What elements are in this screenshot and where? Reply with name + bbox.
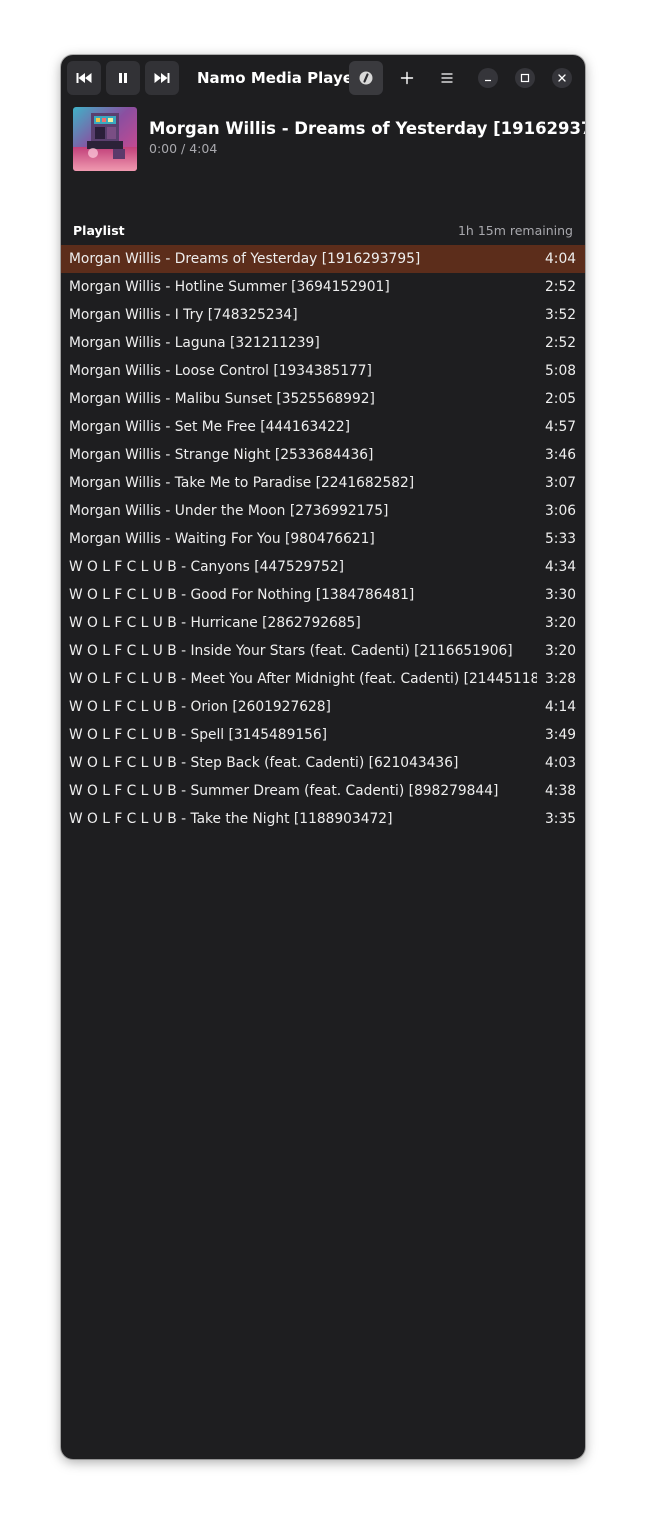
track-name: W O L F C L U B - Canyons [447529752] (69, 559, 344, 575)
track-name: W O L F C L U B - Meet You After Midnigh… (69, 671, 538, 687)
app-title: Namo Media Player (197, 69, 361, 87)
playlist-row[interactable]: Morgan Willis - Strange Night [253368443… (61, 441, 585, 469)
playlist-row[interactable]: W O L F C L U B - Step Back (feat. Caden… (61, 749, 585, 777)
track-name: Morgan Willis - Waiting For You [9804766… (69, 531, 375, 547)
track-duration: 4:34 (545, 559, 576, 575)
playlist-row[interactable]: Morgan Willis - Under the Moon [27369921… (61, 497, 585, 525)
track-duration: 4:14 (545, 699, 576, 715)
playlist-label: Playlist (73, 223, 125, 238)
track-duration: 3:35 (545, 811, 576, 827)
track-name: W O L F C L U B - Step Back (feat. Caden… (69, 755, 459, 771)
media-player-window: Namo Media Player Morgan Willis - Dreams… (61, 55, 585, 1459)
minimize-icon (485, 79, 491, 82)
shuffle-toggle-button[interactable] (349, 61, 383, 95)
playlist-row[interactable]: Morgan Willis - Malibu Sunset [352556899… (61, 385, 585, 413)
playlist-row[interactable]: Morgan Willis - I Try [748325234] 3:52 (61, 301, 585, 329)
track-duration: 3:06 (545, 503, 576, 519)
track-name: Morgan Willis - Dreams of Yesterday [191… (69, 251, 421, 267)
track-duration: 4:38 (545, 783, 576, 799)
close-icon (558, 74, 566, 82)
playlist-row[interactable]: Morgan Willis - Take Me to Paradise [224… (61, 469, 585, 497)
playlist-row[interactable]: Morgan Willis - Set Me Free [444163422] 4… (61, 413, 585, 441)
album-cover-art (73, 107, 137, 171)
track-duration: 2:05 (545, 391, 576, 407)
playlist-row[interactable]: W O L F C L U B - Spell [3145489156] 3:49 (61, 721, 585, 749)
track-duration: 3:52 (545, 307, 576, 323)
playlist-row[interactable]: W O L F C L U B - Take the Night [118890… (61, 805, 585, 833)
next-track-button[interactable] (145, 61, 179, 95)
track-name: W O L F C L U B - Spell [3145489156] (69, 727, 328, 743)
track-name: Morgan Willis - Strange Night [253368443… (69, 447, 374, 463)
track-name: W O L F C L U B - Inside Your Stars (fea… (69, 643, 513, 659)
maximize-button[interactable] (515, 68, 535, 88)
playlist-row[interactable]: W O L F C L U B - Summer Dream (feat. Ca… (61, 777, 585, 805)
track-name: W O L F C L U B - Hurricane [2862792685] (69, 615, 361, 631)
track-name: W O L F C L U B - Take the Night [118890… (69, 811, 393, 827)
playlist-row[interactable]: W O L F C L U B - Orion [2601927628] 4:14 (61, 693, 585, 721)
track-duration: 2:52 (545, 279, 576, 295)
track-duration: 3:46 (545, 447, 576, 463)
playlist-row[interactable]: W O L F C L U B - Canyons [447529752] 4:3… (61, 553, 585, 581)
playlist-row[interactable]: Morgan Willis - Waiting For You [9804766… (61, 525, 585, 553)
now-playing-time: 0:00 / 4:04 (149, 141, 218, 156)
playlist-row[interactable]: W O L F C L U B - Hurricane [2862792685]… (61, 609, 585, 637)
playlist-row[interactable]: Morgan Willis - Loose Control [193438517… (61, 357, 585, 385)
playlist-row[interactable]: W O L F C L U B - Good For Nothing [1384… (61, 581, 585, 609)
now-playing-title: Morgan Willis - Dreams of Yesterday [191… (149, 119, 585, 138)
shuffle-icon (359, 71, 373, 85)
plus-icon (400, 71, 414, 85)
track-duration: 4:03 (545, 755, 576, 771)
close-window-button[interactable] (552, 68, 572, 88)
track-duration: 2:52 (545, 335, 576, 351)
maximize-icon (520, 73, 530, 83)
track-duration: 3:20 (545, 615, 576, 631)
hamburger-menu-icon (441, 73, 453, 83)
previous-track-button[interactable] (67, 61, 101, 95)
playlist-list: Morgan Willis - Dreams of Yesterday [191… (61, 245, 585, 833)
track-name: Morgan Willis - Laguna [321211239] (69, 335, 320, 351)
play-pause-button[interactable] (106, 61, 140, 95)
playlist-row[interactable]: W O L F C L U B - Meet You After Midnigh… (61, 665, 585, 693)
track-name: Morgan Willis - Under the Moon [27369921… (69, 503, 389, 519)
header-bar: Namo Media Player (61, 55, 585, 101)
track-name: Morgan Willis - Take Me to Paradise [224… (69, 475, 415, 491)
main-menu-button[interactable] (430, 61, 464, 95)
track-duration: 4:04 (545, 251, 576, 267)
pause-icon (119, 73, 127, 83)
playlist-row[interactable]: W O L F C L U B - Inside Your Stars (fea… (61, 637, 585, 665)
track-duration: 3:49 (545, 727, 576, 743)
minimize-button[interactable] (478, 68, 498, 88)
track-duration: 5:33 (545, 531, 576, 547)
skip-previous-icon (76, 73, 92, 83)
track-name: Morgan Willis - Hotline Summer [36941529… (69, 279, 390, 295)
track-name: W O L F C L U B - Orion [2601927628] (69, 699, 331, 715)
playlist-row[interactable]: Morgan Willis - Laguna [321211239] 2:52 (61, 329, 585, 357)
playlist-row[interactable]: Morgan Willis - Hotline Summer [36941529… (61, 273, 585, 301)
track-name: Morgan Willis - I Try [748325234] (69, 307, 298, 323)
playlist-header: Playlist 1h 15m remaining (73, 223, 573, 241)
track-name: Morgan Willis - Malibu Sunset [352556899… (69, 391, 375, 407)
playlist-row[interactable]: Morgan Willis - Dreams of Yesterday [191… (61, 245, 585, 273)
track-duration: 3:30 (545, 587, 576, 603)
skip-next-icon (154, 73, 170, 83)
track-name: Morgan Willis - Set Me Free [444163422] (69, 419, 350, 435)
track-duration: 3:28 (545, 671, 576, 687)
track-name: W O L F C L U B - Summer Dream (feat. Ca… (69, 783, 499, 799)
track-name: Morgan Willis - Loose Control [193438517… (69, 363, 372, 379)
track-duration: 4:57 (545, 419, 576, 435)
playlist-remaining-time: 1h 15m remaining (457, 223, 573, 238)
track-name: W O L F C L U B - Good For Nothing [1384… (69, 587, 415, 603)
track-duration: 3:20 (545, 643, 576, 659)
add-button[interactable] (390, 61, 424, 95)
track-duration: 3:07 (545, 475, 576, 491)
track-duration: 5:08 (545, 363, 576, 379)
